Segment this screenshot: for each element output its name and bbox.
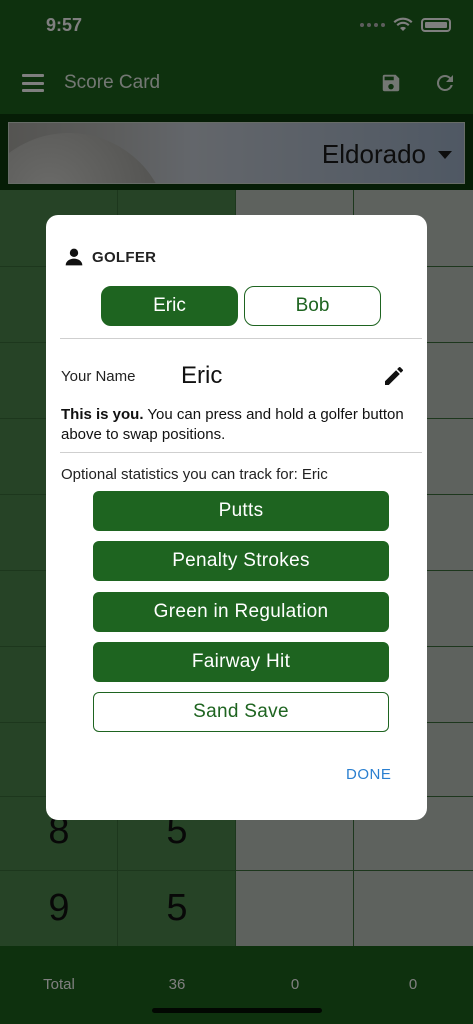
stat-toggle-fairway-hit[interactable]: Fairway Hit xyxy=(93,642,389,682)
info-text: This is you. You can press and hold a go… xyxy=(61,405,411,445)
divider xyxy=(60,452,422,453)
stat-toggle-penalty-strokes[interactable]: Penalty Strokes xyxy=(93,541,389,581)
edit-pencil-icon[interactable] xyxy=(382,364,406,388)
stat-toggle-putts[interactable]: Putts xyxy=(93,491,389,531)
optional-stats-label: Optional statistics you can track for: E… xyxy=(61,466,328,483)
stat-toggle-sand-save[interactable]: Sand Save xyxy=(93,692,389,732)
golfer-dialog: GOLFER Eric Bob Your Name Eric This is y… xyxy=(46,215,427,820)
name-label: Your Name xyxy=(61,368,136,385)
home-indicator xyxy=(152,1008,322,1013)
divider xyxy=(60,338,422,339)
dialog-header: GOLFER xyxy=(64,247,156,267)
stat-toggle-green-in-regulation[interactable]: Green in Regulation xyxy=(93,592,389,632)
done-button[interactable]: DONE xyxy=(346,766,391,783)
golfer-button-eric[interactable]: Eric xyxy=(101,286,238,326)
person-icon xyxy=(65,248,83,266)
name-value: Eric xyxy=(181,362,223,389)
info-bold: This is you. xyxy=(61,406,144,423)
golfer-button-bob[interactable]: Bob xyxy=(244,286,381,326)
dialog-title: GOLFER xyxy=(92,248,157,266)
